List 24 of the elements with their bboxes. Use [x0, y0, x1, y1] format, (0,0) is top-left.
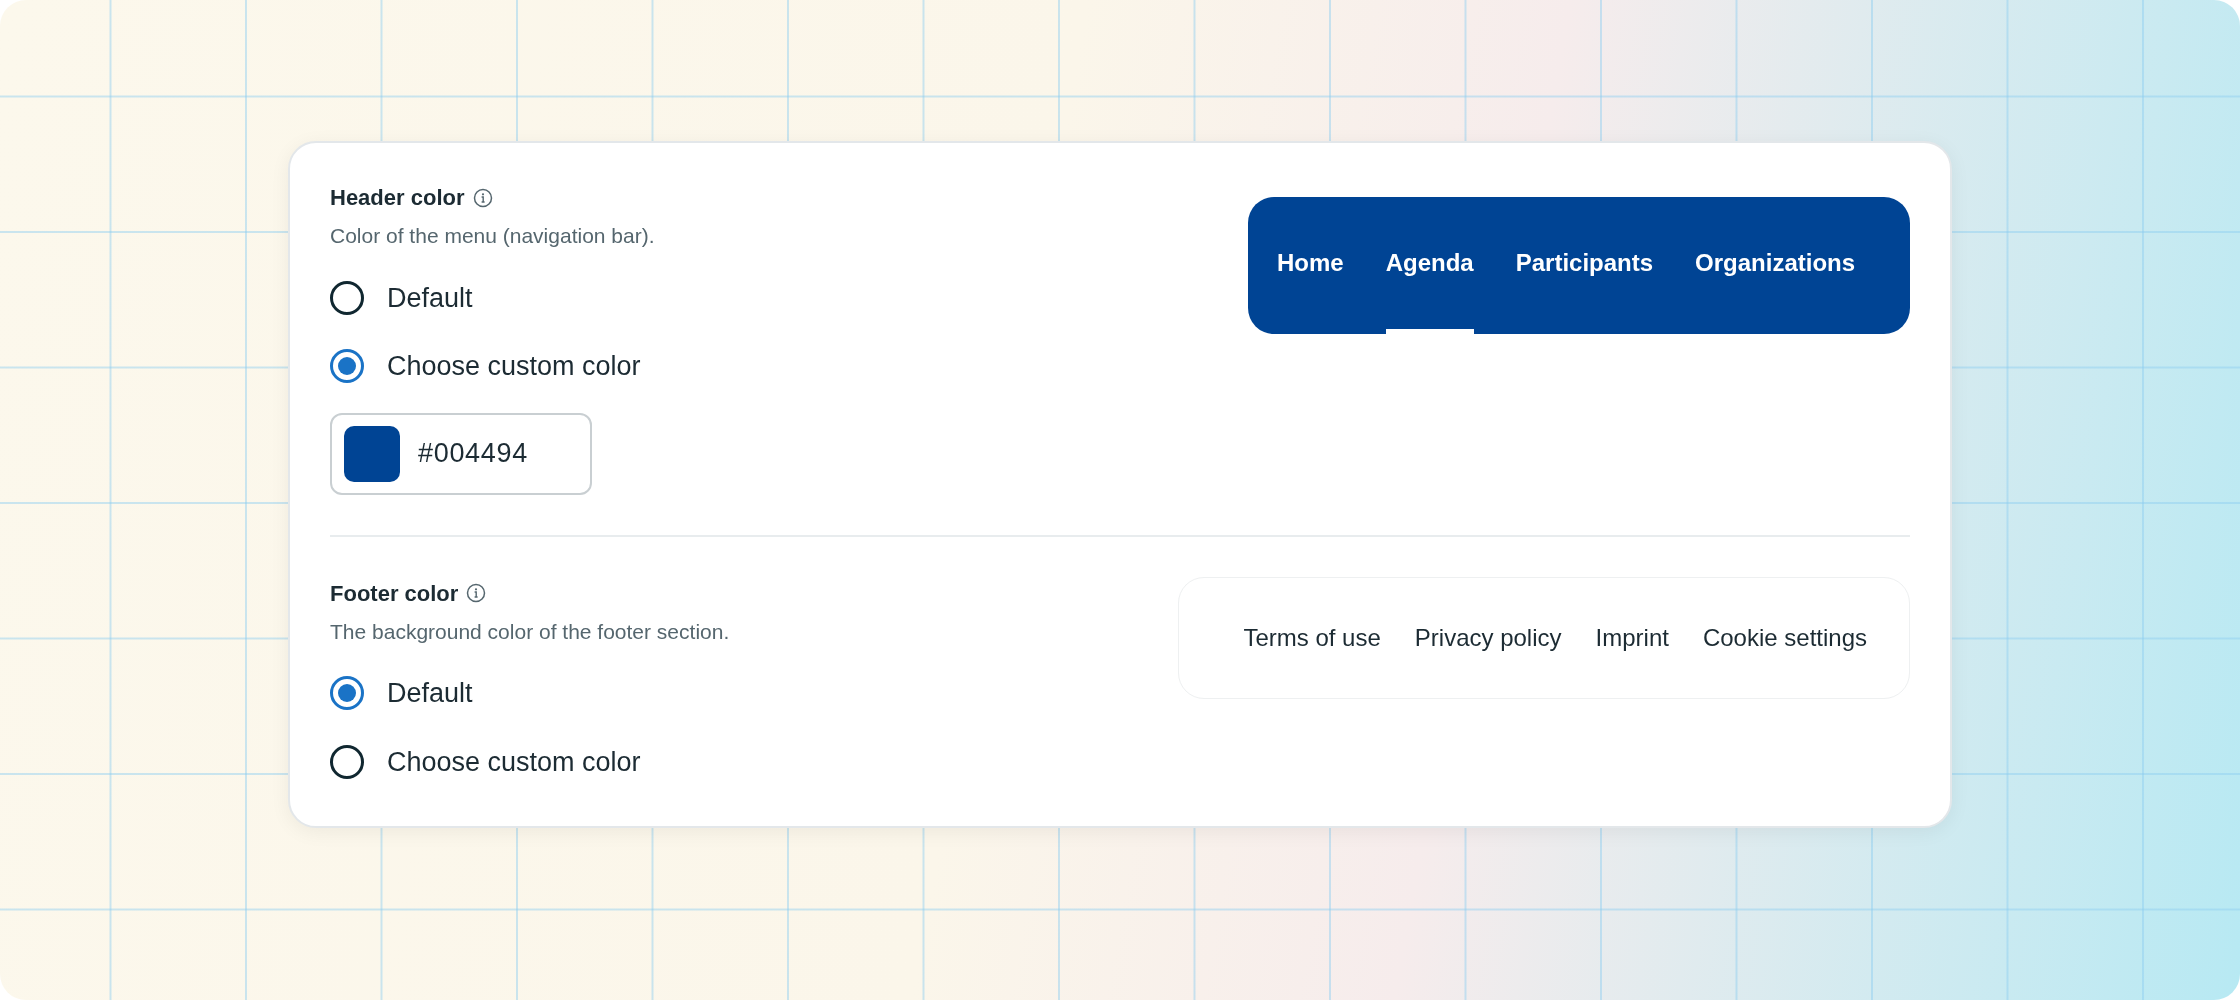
nav-tab[interactable]: Participants	[1515, 197, 1654, 334]
color-swatch[interactable]	[344, 425, 400, 482]
radio-button[interactable]	[330, 676, 364, 711]
color-field[interactable]: #004494	[330, 412, 592, 495]
nav-tab[interactable]: Organizations	[1695, 197, 1856, 334]
radio-option[interactable]: Choose custom color	[330, 346, 655, 387]
radio-button[interactable]	[330, 349, 364, 384]
footer-link[interactable]: Imprint	[1595, 619, 1669, 656]
radio-button[interactable]	[330, 280, 364, 315]
radio-option[interactable]: Choose custom color	[330, 741, 730, 782]
section-title: Header color	[330, 184, 465, 212]
radio-option[interactable]: Default	[330, 277, 655, 318]
radio-option[interactable]: Default	[330, 673, 730, 714]
section-title: Footer color	[330, 579, 459, 608]
footer-link[interactable]: Privacy policy	[1414, 619, 1562, 656]
radio-button[interactable]	[330, 744, 364, 779]
section-description: Color of the menu (navigation bar).	[330, 223, 655, 249]
section-description: The background color of the footer section.	[330, 618, 730, 645]
nav-tab[interactable]: Agenda	[1385, 197, 1474, 334]
info-icon	[472, 187, 493, 208]
info-icon	[466, 583, 487, 603]
footer-link[interactable]: Cookie settings	[1702, 619, 1867, 656]
footer-link[interactable]: Terms of use	[1243, 619, 1381, 656]
nav-tab[interactable]: Home	[1277, 197, 1344, 334]
